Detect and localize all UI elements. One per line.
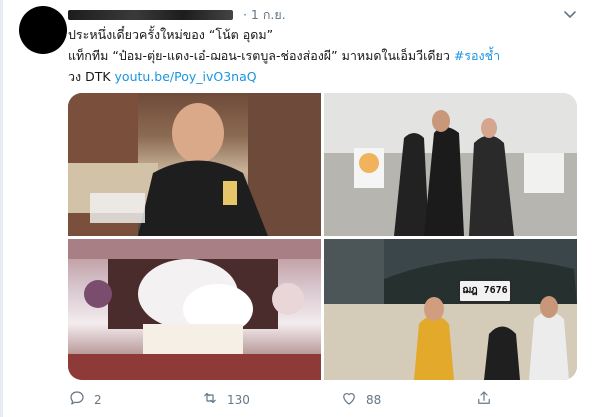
media-photo-1[interactable]: [68, 93, 321, 236]
retweet-count: 130: [227, 393, 250, 407]
share-button[interactable]: [475, 389, 493, 411]
tweet-actions: 2 130 88: [68, 389, 588, 411]
heart-icon: [340, 389, 358, 411]
chevron-down-icon[interactable]: [563, 6, 577, 20]
media-photo-3[interactable]: [68, 239, 321, 380]
avatar[interactable]: [19, 6, 67, 54]
share-icon: [475, 389, 493, 411]
license-plate: ฌฎ 7676: [458, 279, 512, 303]
left-border: [0, 0, 3, 417]
tweet-text-line-2-plain: แท็กทีม “ป๋อม-ตุ่ย-แดง-เอ๋-ฌอน-เรตบูล-ช่…: [68, 48, 454, 63]
tweet-time[interactable]: · 1 ก.ย.: [243, 7, 286, 22]
like-count: 88: [366, 393, 382, 407]
reply-button[interactable]: 2: [68, 389, 102, 411]
media-grid: ฌฎ 7676: [68, 93, 577, 380]
username-redacted[interactable]: [68, 10, 233, 20]
media-photo-2[interactable]: [324, 93, 577, 236]
retweet-button[interactable]: 130: [201, 389, 250, 411]
media-photo-4[interactable]: ฌฎ 7676: [324, 239, 577, 380]
tweet-header: · 1 ก.ย.: [68, 5, 286, 23]
youtube-link[interactable]: youtu.be/Poy_ivO3naQ: [115, 69, 257, 84]
like-button[interactable]: 88: [340, 389, 381, 411]
tweet-text-line-1: ประหนึ่งเดี๋ยวครั้งใหม่ของ “โน้ต อุดม”: [68, 27, 274, 42]
reply-count: 2: [94, 393, 102, 407]
tweet-text: ประหนึ่งเดี๋ยวครั้งใหม่ของ “โน้ต อุดม” แ…: [68, 24, 573, 87]
retweet-icon: [201, 389, 219, 411]
hashtag-link[interactable]: #รองช้ำ: [454, 48, 500, 63]
tweet-text-line-3-plain: วง DTK: [68, 69, 115, 84]
tweet-text-line-3: วง DTK youtu.be/Poy_ivO3naQ: [68, 66, 573, 87]
reply-icon: [68, 389, 86, 411]
tweet-text-line-2: แท็กทีม “ป๋อม-ตุ่ย-แดง-เอ๋-ฌอน-เรตบูล-ช่…: [68, 45, 573, 66]
